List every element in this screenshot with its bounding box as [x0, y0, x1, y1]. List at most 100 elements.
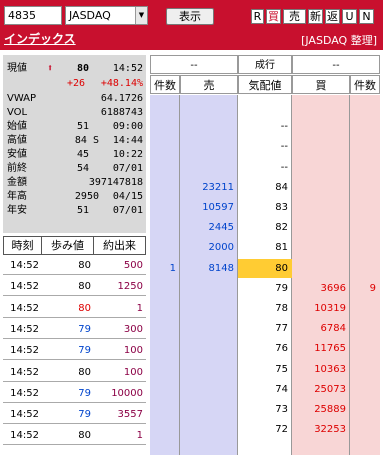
sell-qty — [180, 299, 238, 318]
trade-time: 14:52 — [10, 409, 39, 421]
trade-time: 14:52 — [10, 323, 39, 335]
buy-count — [350, 259, 380, 278]
sell-qty — [180, 319, 238, 338]
buy-qty — [292, 238, 350, 257]
quote-price[interactable]: 72 — [238, 420, 292, 439]
sell-count — [150, 178, 180, 197]
buy-count: 9 — [369, 282, 376, 294]
buy-count — [350, 420, 380, 439]
book-row: 78 10319 — [150, 299, 380, 318]
page-title[interactable]: インデックス — [4, 30, 76, 47]
sell-count — [150, 299, 180, 318]
quote-price[interactable] — [238, 440, 292, 457]
book-header-buy: 買 — [292, 75, 350, 94]
sell-qty — [180, 380, 238, 399]
quote-price[interactable]: -- — [238, 158, 292, 177]
buy-count — [350, 440, 380, 457]
market-select[interactable]: JASDAQ ▼ — [65, 6, 148, 25]
buy-count — [350, 117, 380, 136]
low-time: 10:22 — [112, 149, 143, 160]
book-row — [150, 440, 380, 457]
quote-price[interactable]: 84 — [238, 178, 292, 197]
sell-qty — [180, 117, 238, 136]
sell-button[interactable]: 売 — [283, 9, 306, 24]
trade-qty: 1 — [136, 430, 143, 442]
buy-qty — [292, 198, 350, 217]
sell-count — [150, 198, 180, 217]
prev-close-label: 前終 — [7, 163, 27, 174]
r-button[interactable]: R — [251, 9, 264, 24]
buy-qty: 25073 — [314, 383, 346, 395]
year-high-label: 年高 — [7, 191, 27, 202]
new-button[interactable]: 新 — [308, 9, 323, 24]
quote-price[interactable]: 78 — [238, 299, 292, 318]
chevron-down-icon[interactable]: ▼ — [135, 7, 147, 24]
sell-count — [150, 238, 180, 257]
show-button[interactable]: 表示 — [166, 8, 214, 25]
trade-qty: 10000 — [111, 387, 143, 399]
market-select-value: JASDAQ — [69, 9, 111, 22]
sell-qty — [180, 158, 238, 177]
buy-qty — [292, 218, 350, 237]
sell-qty — [180, 360, 238, 379]
quote-price[interactable]: 76 — [238, 339, 292, 358]
book-header-sell: 売 — [180, 75, 238, 94]
return-button[interactable]: 返 — [325, 9, 340, 24]
high-value: 84 S — [74, 135, 99, 146]
quote-price[interactable]: 77 — [238, 319, 292, 338]
trade-price: 80 — [78, 260, 91, 271]
buy-count — [350, 238, 380, 257]
sell-count — [150, 420, 180, 439]
sell-count — [150, 360, 180, 379]
stock-code-input[interactable]: 4835 — [4, 6, 62, 25]
trade-row: 14:52 79 100 — [3, 341, 146, 361]
book-row: 10597 83 — [150, 198, 380, 217]
trade-qty: 1 — [136, 302, 143, 314]
trade-row: 14:52 80 1 — [3, 426, 146, 446]
sell-count: 1 — [169, 262, 176, 274]
buy-qty — [292, 117, 350, 136]
sell-count — [150, 339, 180, 358]
quote-price[interactable]: -- — [238, 117, 292, 136]
trade-price: 80 — [78, 430, 91, 442]
quote-price[interactable]: 75 — [238, 360, 292, 379]
prev-close-date: 07/01 — [112, 163, 143, 174]
quote-price[interactable]: 74 — [238, 380, 292, 399]
u-button[interactable]: U — [342, 9, 357, 24]
book-row: 72 32253 — [150, 420, 380, 439]
quote-price[interactable]: -- — [238, 137, 292, 156]
book-row: 1 8148 80 — [150, 258, 380, 278]
quote-price[interactable]: 83 — [238, 198, 292, 217]
quote-price[interactable]: 79 — [238, 279, 292, 298]
arrow-up-icon: ⬆ — [47, 63, 54, 74]
sell-qty — [180, 279, 238, 298]
year-high-date: 04/15 — [112, 191, 143, 202]
quote-price[interactable]: 81 — [238, 238, 292, 257]
price-change: +26 — [66, 78, 85, 89]
sell-count — [150, 400, 180, 419]
vwap-label: VWAP — [7, 93, 37, 104]
buy-qty — [292, 97, 350, 116]
current-price: 80 — [76, 63, 89, 74]
buy-count — [350, 299, 380, 318]
buy-qty: 3696 — [320, 282, 346, 294]
quote-price[interactable]: 73 — [238, 400, 292, 419]
buy-count — [350, 380, 380, 399]
buy-button[interactable]: 買 — [266, 9, 281, 24]
quote-price[interactable] — [238, 97, 292, 116]
quote-price[interactable]: 80 — [238, 258, 292, 278]
trades-header-price: 歩み値 — [41, 236, 94, 255]
quote-price[interactable]: 82 — [238, 218, 292, 237]
trade-time: 14:52 — [10, 430, 39, 442]
book-header-price: 気配値 — [238, 75, 292, 94]
prev-close-value: 54 — [76, 163, 89, 174]
sell-count — [150, 137, 180, 156]
open-label: 始値 — [7, 121, 27, 132]
trade-price: 79 — [78, 345, 91, 357]
trade-time: 14:52 — [10, 302, 39, 314]
quote-panel: 現値 ⬆ 80 14:52 +26 +48.14% VWAP 64.1726 V… — [3, 55, 146, 233]
volume-label: VOL — [7, 107, 28, 118]
n-button[interactable]: N — [359, 9, 374, 24]
buy-count — [350, 339, 380, 358]
trades-header-qty: 約出来 — [93, 236, 146, 255]
